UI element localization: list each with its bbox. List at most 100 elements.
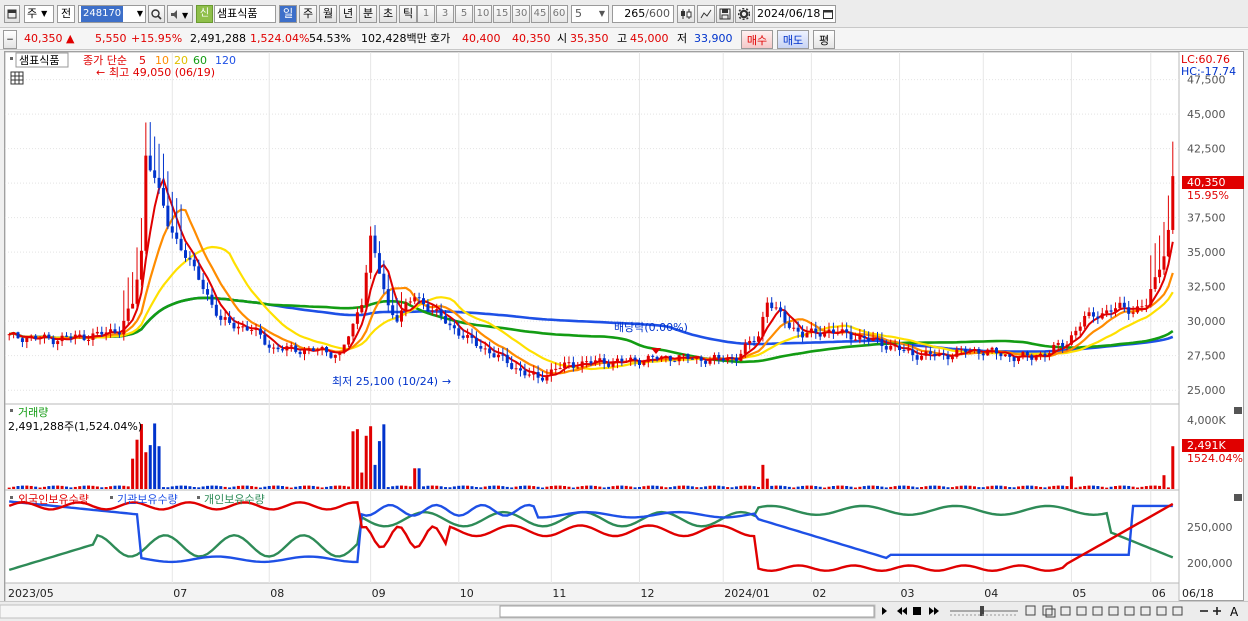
scroll-thumb[interactable] bbox=[499, 605, 875, 618]
type-select[interactable]: 주 ▼ bbox=[24, 5, 54, 23]
credit-badge: 신 bbox=[196, 5, 213, 23]
volume-bar bbox=[664, 487, 668, 489]
candle-icon[interactable] bbox=[677, 5, 695, 23]
candle-body bbox=[946, 354, 950, 360]
prev-button[interactable]: 전 bbox=[57, 5, 75, 23]
gear-icon[interactable] bbox=[735, 5, 753, 23]
volume-bar bbox=[633, 487, 637, 489]
candle-body bbox=[391, 305, 395, 316]
holdings-pane-handle-icon[interactable] bbox=[10, 496, 13, 499]
period-second[interactable]: 초 bbox=[379, 5, 397, 23]
stop-icon[interactable] bbox=[913, 607, 921, 615]
volume-bar bbox=[1021, 485, 1025, 489]
volume-bar bbox=[289, 487, 293, 489]
count-input[interactable]: 265/600 bbox=[612, 5, 674, 23]
candle-body bbox=[783, 311, 787, 323]
period-minute[interactable]: 분 bbox=[359, 5, 377, 23]
interval-select[interactable]: 5 ▼ bbox=[571, 5, 609, 23]
period-day[interactable]: 일 bbox=[279, 5, 297, 23]
sound-icon[interactable]: ▼ bbox=[167, 5, 193, 23]
period-week[interactable]: 주 bbox=[299, 5, 317, 23]
chart-area[interactable]: 47,50045,00042,50040,00037,50035,00032,5… bbox=[4, 51, 1245, 603]
zoom-in-icon[interactable] bbox=[1213, 607, 1221, 615]
candle-body bbox=[849, 332, 853, 340]
period-year[interactable]: 년 bbox=[339, 5, 357, 23]
volume-bar bbox=[915, 487, 919, 489]
view-mode-icons[interactable] bbox=[1025, 605, 1183, 618]
volume-bar bbox=[1083, 485, 1087, 489]
interval-15[interactable]: 15 bbox=[493, 5, 511, 23]
candle-body bbox=[690, 358, 694, 360]
candle-body bbox=[399, 310, 403, 322]
volume-bar bbox=[514, 486, 518, 489]
interval-60[interactable]: 60 bbox=[550, 5, 568, 23]
auto-scale-icon[interactable]: A bbox=[1230, 605, 1239, 619]
interval-5[interactable]: 5 bbox=[455, 5, 473, 23]
candle-body bbox=[1122, 302, 1126, 308]
sell-button[interactable]: 매도 bbox=[777, 30, 809, 49]
candle-body bbox=[862, 335, 866, 338]
search-icon[interactable] bbox=[148, 5, 165, 23]
interval-45[interactable]: 45 bbox=[531, 5, 549, 23]
interval-1[interactable]: 1 bbox=[417, 5, 435, 23]
buy-button[interactable]: 매수 bbox=[741, 30, 773, 49]
volume-bar bbox=[179, 485, 183, 489]
volume-bar bbox=[505, 486, 509, 489]
zoom-slider[interactable] bbox=[950, 606, 1018, 616]
interval-3[interactable]: 3 bbox=[436, 5, 454, 23]
legend-institution[interactable]: 기관보유수량 bbox=[117, 493, 178, 506]
candle-body bbox=[276, 347, 280, 350]
scroll-right-icon[interactable] bbox=[882, 607, 887, 615]
scroll-bar[interactable]: A bbox=[0, 601, 1248, 621]
candle-body bbox=[871, 338, 875, 341]
volume-bar bbox=[779, 485, 783, 489]
date-input[interactable]: 2024/06/18 bbox=[754, 5, 836, 23]
candle-body bbox=[38, 337, 42, 339]
volume-pane[interactable] bbox=[4, 403, 1180, 491]
scroll-start-icon[interactable] bbox=[897, 607, 907, 615]
volume-bar bbox=[91, 485, 95, 489]
volume-bar bbox=[29, 485, 33, 489]
holdings-pane-maximize-icon[interactable] bbox=[1234, 494, 1242, 501]
period-tick[interactable]: 틱 bbox=[399, 5, 417, 23]
candle-body bbox=[673, 360, 677, 362]
candle-body bbox=[479, 346, 483, 349]
chart-canvas[interactable]: 47,50045,00042,50040,00037,50035,00032,5… bbox=[4, 51, 1245, 603]
minus-icon[interactable]: − bbox=[3, 30, 17, 49]
drawing-tool-icon[interactable] bbox=[697, 5, 715, 23]
flat-button[interactable]: 평 bbox=[813, 30, 835, 49]
scroll-end-icon[interactable] bbox=[929, 607, 939, 615]
window-icon[interactable] bbox=[4, 5, 20, 23]
ma-legend-120[interactable]: 120 bbox=[215, 54, 236, 67]
save-icon[interactable] bbox=[716, 5, 734, 23]
volume-bar bbox=[981, 487, 985, 489]
candle-body bbox=[823, 332, 827, 337]
open-label: 시 bbox=[557, 32, 568, 45]
period-month[interactable]: 월 bbox=[319, 5, 337, 23]
volume-bar bbox=[906, 485, 910, 489]
candle-body bbox=[25, 337, 29, 342]
candle-body bbox=[1043, 353, 1047, 356]
stock-code-input[interactable]: 248170 ▼ bbox=[78, 5, 146, 23]
volume-pane-maximize-icon[interactable] bbox=[1234, 407, 1242, 414]
candle-body bbox=[686, 354, 690, 359]
volume-bar bbox=[16, 486, 20, 489]
pane-handle-icon[interactable] bbox=[10, 57, 13, 60]
volume-title[interactable]: 거래량 bbox=[18, 406, 48, 419]
legend-foreign[interactable]: 외국인보유수량 bbox=[18, 493, 89, 506]
legend-individual[interactable]: 개인보유수량 bbox=[204, 493, 265, 506]
volume-bar bbox=[898, 485, 902, 489]
volume-bar bbox=[474, 486, 478, 489]
candle-body bbox=[448, 323, 452, 326]
interval-30[interactable]: 30 bbox=[512, 5, 530, 23]
candle-body bbox=[1056, 342, 1060, 345]
volume-bar bbox=[646, 485, 650, 489]
volume-bar bbox=[1091, 485, 1095, 489]
table-icon[interactable] bbox=[10, 71, 24, 85]
candle-body bbox=[1074, 330, 1078, 336]
interval-10[interactable]: 10 bbox=[474, 5, 492, 23]
candle-body bbox=[827, 329, 831, 333]
candle-body bbox=[382, 273, 386, 290]
volume-pane-handle-icon[interactable] bbox=[10, 409, 13, 412]
volume-bar bbox=[56, 485, 60, 489]
